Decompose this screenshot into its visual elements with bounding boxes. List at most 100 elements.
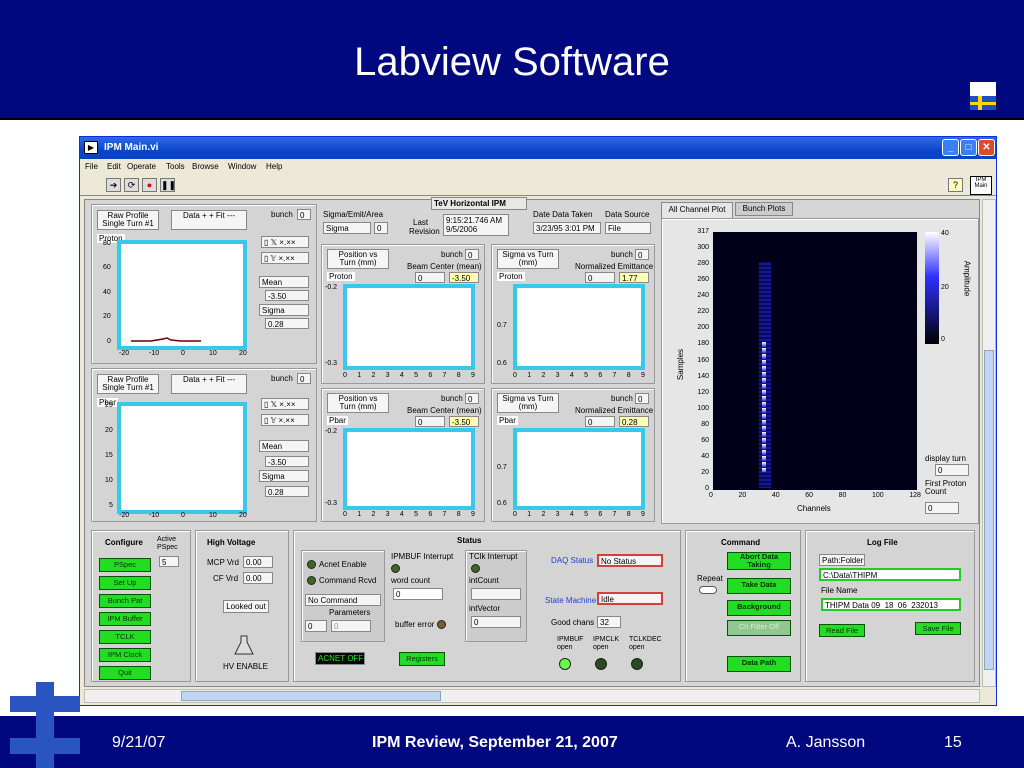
channel-ytick: 60 [701, 436, 709, 444]
configure-title: Configure [105, 538, 143, 547]
help-icon[interactable]: ? [948, 178, 963, 192]
minimize-button[interactable]: _ [942, 139, 959, 156]
channel-ytick: 120 [697, 388, 709, 396]
tclk-interrupt-label: TClk Interrupt [469, 552, 518, 561]
tab-bunch-plots[interactable]: Bunch Plots [735, 202, 793, 216]
menu-operate[interactable]: Operate [127, 162, 156, 171]
slide-title: Labview Software [354, 40, 670, 84]
proton-sig-index[interactable]: 0 [585, 272, 615, 283]
channel-ytick: 317 [697, 228, 709, 235]
proton-raw-curve [131, 337, 201, 342]
amplitude-label: Amplitude [962, 260, 972, 297]
mode-title[interactable]: TeV Horizontal IPM [431, 197, 527, 210]
menu-tools[interactable]: Tools [166, 162, 185, 171]
vertical-scrollbar[interactable] [982, 199, 996, 687]
proton-sig-bunch[interactable]: 0 [635, 249, 649, 260]
labview-icon: ▶ [84, 141, 98, 154]
take-data-button[interactable]: Take Data [727, 578, 791, 594]
repeat-toggle[interactable] [699, 586, 717, 594]
pbar-bunch-field[interactable]: 0 [297, 373, 311, 384]
file-name-field[interactable]: THIPM Data 09_18_06_232013 [821, 598, 961, 611]
ipm-buffer-button[interactable]: IPM Buffer [99, 612, 151, 626]
save-file-button[interactable]: Save File [915, 622, 961, 635]
sigma-select[interactable]: Sigma [323, 222, 371, 234]
turn-tick: 5 [584, 511, 588, 518]
turn-tick: 7 [612, 372, 617, 379]
channel-ylabel: Samples [676, 348, 686, 381]
vscroll-thumb[interactable] [984, 350, 994, 670]
path-field[interactable]: C:\Data\THIPM [819, 568, 961, 581]
background-button[interactable]: Background [727, 600, 791, 616]
close-button[interactable]: ✕ [978, 139, 995, 156]
menu-browse[interactable]: Browse [192, 162, 219, 171]
menu-edit[interactable]: Edit [107, 162, 121, 171]
menu-help[interactable]: Help [266, 162, 282, 171]
menu-window[interactable]: Window [228, 162, 256, 171]
bunch-pat-button[interactable]: Bunch Pat [99, 594, 151, 608]
proton-mean-value: -3.50 [265, 290, 309, 301]
run-continuous-icon[interactable]: ⟳ [124, 178, 139, 192]
registers-button[interactable]: Registers [399, 652, 445, 666]
proton-scale-y[interactable]: ▯ 𝕐 ×.×× [261, 252, 309, 264]
maximize-button[interactable]: □ [960, 139, 977, 156]
channel-ytick: 300 [697, 244, 709, 252]
proton-pos-bunch[interactable]: 0 [465, 249, 479, 260]
amp-tick-2: 0 [941, 336, 945, 343]
channel-heatmap [713, 232, 917, 490]
fermilab-flag-icon [970, 82, 996, 110]
read-file-button[interactable]: Read File [819, 624, 865, 637]
footer-title: IPM Review, September 21, 2007 [372, 734, 618, 751]
pbar-ytick-2: 15 [105, 452, 113, 459]
turn-tick: 9 [640, 372, 645, 379]
abort-icon[interactable]: ● [142, 178, 157, 192]
proton-sig-bunch-label: bunch [611, 250, 633, 259]
pbar-sig-bunch[interactable]: 0 [635, 393, 649, 404]
word-count-field: 0 [393, 588, 443, 600]
tclkdec-open-led [631, 658, 643, 670]
ipm-clock-button[interactable]: IPM Clock [99, 648, 151, 662]
pbar-xtick-1: -10 [149, 512, 160, 519]
pbar-sig-ytick-0: 0.7 [497, 464, 507, 471]
pbar-sig-index[interactable]: 0 [585, 416, 615, 427]
looked-out-button[interactable]: Looked out [223, 600, 269, 613]
abort-data-taking-button[interactable]: Abort Data Taking [727, 552, 791, 570]
pbar-scale-x[interactable]: ▯ 𝕏 ×.×× [261, 398, 309, 410]
run-arrow-icon[interactable]: ➔ [106, 178, 121, 192]
ipmbuf-interrupt-led [391, 564, 400, 573]
horizontal-scrollbar[interactable] [84, 689, 980, 703]
setup-button[interactable]: Set Up [99, 576, 151, 590]
sigma-emit-label: Sigma/Emit/Area [323, 210, 384, 219]
tclk-button[interactable]: TCLK [99, 630, 151, 644]
pbar-pos-index[interactable]: 0 [415, 416, 445, 427]
proton-pos-index[interactable]: 0 [415, 272, 445, 283]
data-source-field[interactable]: File [605, 222, 651, 234]
data-path-button[interactable]: Data Path [727, 656, 791, 672]
proton-sigma-value: 0.28 [265, 318, 309, 329]
command-title: Command [721, 538, 761, 547]
proton-pos-bunch-label: bunch [441, 250, 463, 259]
proton-bunch-label: bunch [271, 210, 293, 219]
hv-enable-label[interactable]: HV ENABLE [223, 662, 268, 671]
proton-bunch-field[interactable]: 0 [297, 209, 311, 220]
pause-icon[interactable]: ❚❚ [160, 178, 176, 192]
menu-file[interactable]: File [85, 162, 98, 171]
sigma-num[interactable]: 0 [374, 222, 388, 234]
display-turn-input[interactable]: 0 [935, 464, 969, 476]
turn-tick: 4 [399, 372, 404, 379]
ch-filter-off-button[interactable]: Ch Filter Off [727, 620, 791, 636]
pbar-mean-value: -3.50 [265, 456, 309, 467]
hscroll-thumb[interactable] [181, 691, 441, 701]
tab-all-channel-plot[interactable]: All Channel Plot [661, 202, 733, 218]
pbar-pos-bunch[interactable]: 0 [465, 393, 479, 404]
good-chans-label: Good chans [551, 618, 595, 627]
param-a[interactable]: 0 [305, 620, 327, 632]
pbar-raw-profile-label: Raw Profile Single Turn #1 [97, 374, 159, 394]
int-vector-field: 0 [471, 616, 521, 628]
pbar-scale-y[interactable]: ▯ 𝕐 ×.×× [261, 414, 309, 426]
ipmclk-open-led [595, 658, 607, 670]
pbar-sig-bunch-label: bunch [611, 394, 633, 403]
quit-button[interactable]: Quit [99, 666, 151, 680]
proton-scale-x[interactable]: ▯ 𝕏 ×.×× [261, 236, 309, 248]
pspec-button[interactable]: PSpec [99, 558, 151, 572]
pbar-ytick-3: 10 [105, 477, 113, 484]
